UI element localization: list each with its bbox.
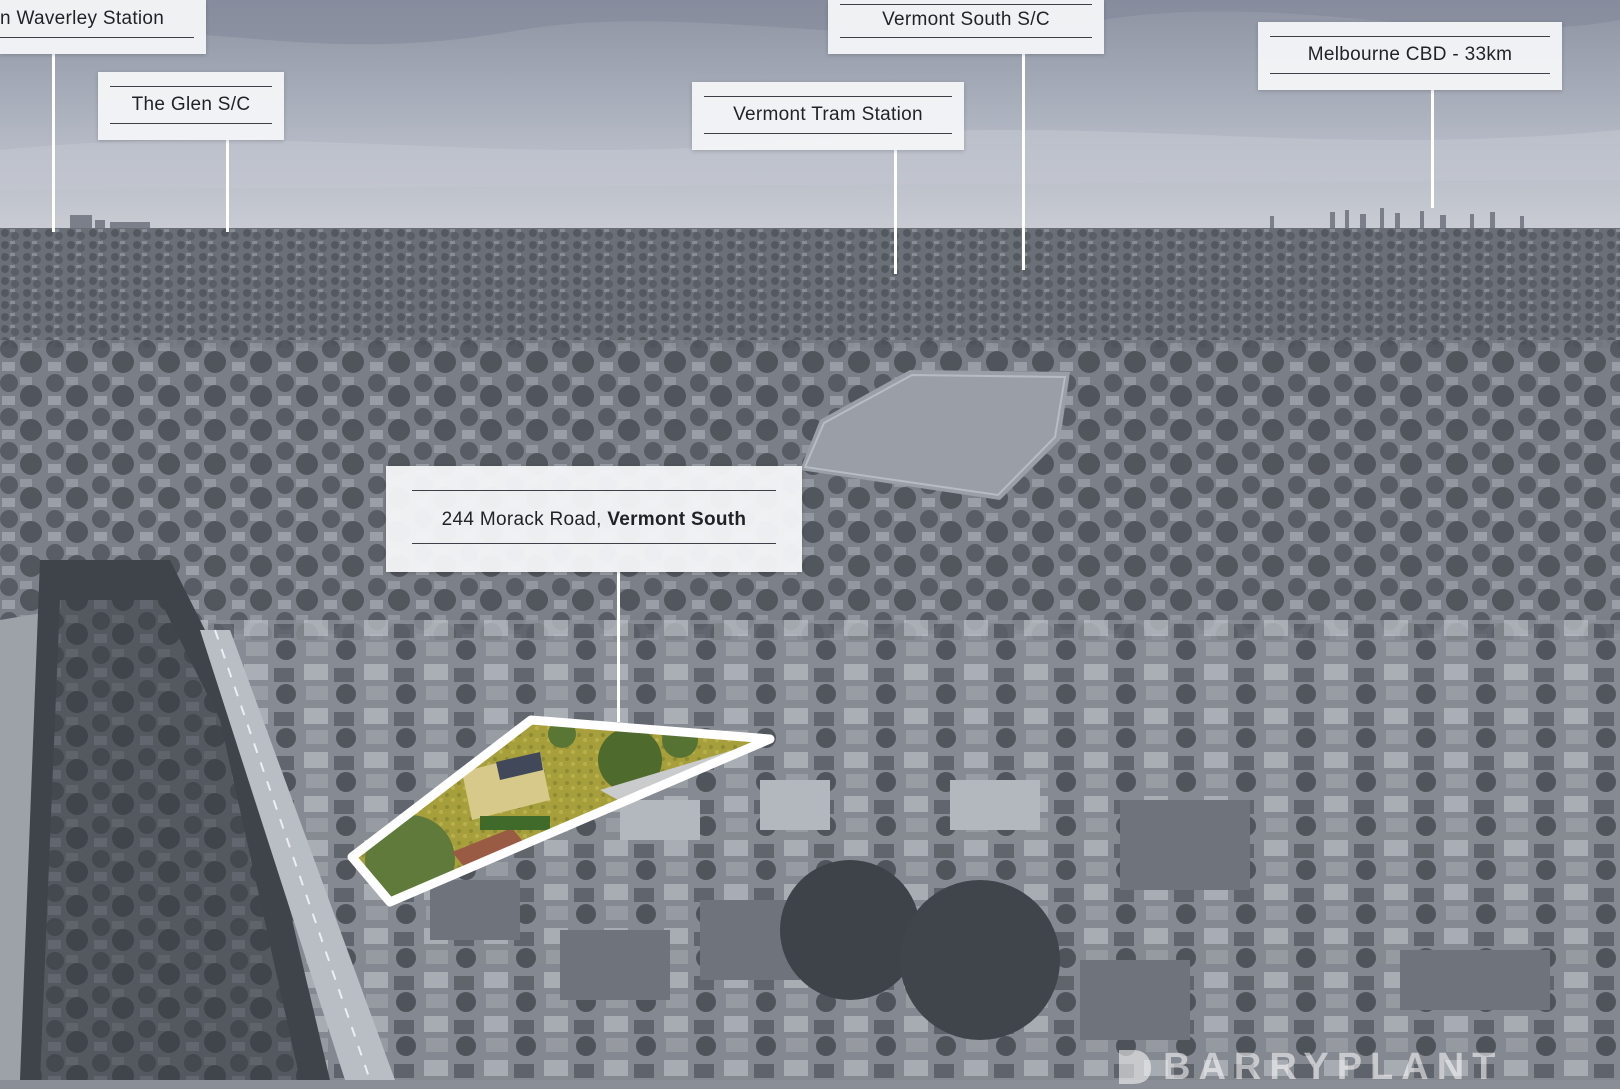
label-cbd-text: Melbourne CBD - 33km xyxy=(1307,44,1513,65)
aerial-photo xyxy=(0,0,1620,1080)
label-vermont-south-sc: Vermont South S/C xyxy=(828,0,1104,54)
pin-line-glen xyxy=(226,140,229,232)
label-waverley-station: n Waverley Station xyxy=(0,0,206,54)
label-vermont-south-text: Vermont South S/C xyxy=(882,9,1050,30)
pin-line-vermont-south-sc xyxy=(1022,54,1025,270)
pin-line-waverley xyxy=(52,54,55,232)
property-suburb: Vermont South xyxy=(607,509,747,530)
brand-logo-icon xyxy=(1119,1050,1151,1084)
label-the-glen: The Glen S/C xyxy=(98,72,284,140)
property-address-text: 244 Morack Road, Vermont South xyxy=(386,509,802,531)
pin-line-tram xyxy=(894,150,897,274)
label-waverley-text: n Waverley Station xyxy=(0,8,165,29)
brand-watermark: BARRYPLANT xyxy=(1115,1046,1504,1088)
brand-name: BARRYPLANT xyxy=(1163,1046,1504,1088)
pin-line-cbd xyxy=(1431,90,1434,208)
label-property-address: 244 Morack Road, Vermont South xyxy=(386,466,802,572)
label-tram-station: Vermont Tram Station xyxy=(692,82,964,150)
label-melbourne-cbd: Melbourne CBD - 33km xyxy=(1258,22,1562,90)
pin-line-property xyxy=(617,572,620,722)
label-tram-text: Vermont Tram Station xyxy=(733,104,923,125)
label-glen-text: The Glen S/C xyxy=(131,94,251,115)
property-street: 244 Morack Road, xyxy=(441,509,608,530)
